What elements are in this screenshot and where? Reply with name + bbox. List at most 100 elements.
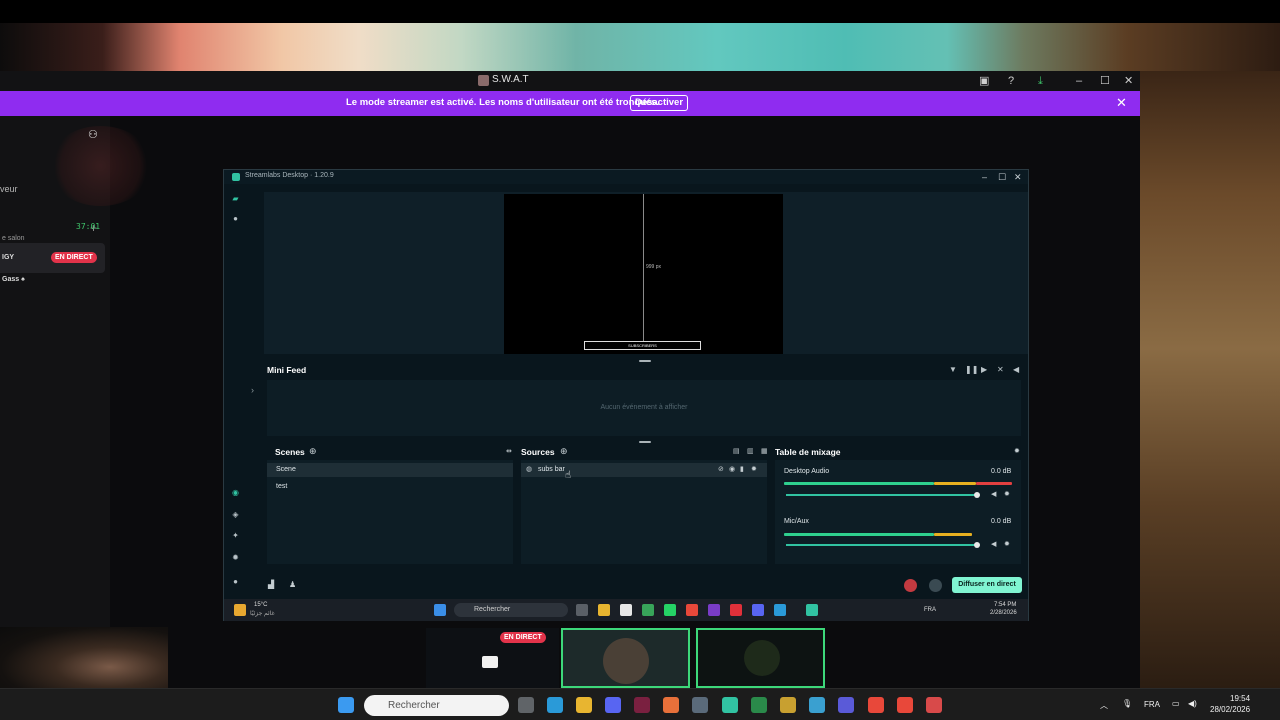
highlighter-icon[interactable]: ✦ <box>231 531 240 540</box>
language-indicator[interactable]: FRA <box>1144 700 1160 709</box>
weather-icon[interactable] <box>234 604 246 616</box>
add-scene-icon[interactable]: ⊕ <box>309 446 317 457</box>
whatsapp-icon[interactable] <box>664 604 676 616</box>
app-icon[interactable] <box>708 604 720 616</box>
start-icon[interactable] <box>434 604 446 616</box>
mixer-settings-icon[interactable]: ✹ <box>1014 447 1020 455</box>
notifications-icon[interactable]: ♟ <box>289 580 296 589</box>
help-icon[interactable]: ? <box>1008 73 1014 89</box>
profile-icon[interactable]: ● <box>231 577 240 586</box>
chrome-icon[interactable] <box>897 697 913 713</box>
minimize-icon[interactable]: – <box>982 170 987 184</box>
explorer-icon[interactable] <box>576 697 592 713</box>
app-icon[interactable] <box>780 697 796 713</box>
lock-icon[interactable]: ⊘ <box>718 465 724 473</box>
notepad-icon[interactable] <box>620 604 632 616</box>
chrome-icon[interactable] <box>926 697 942 713</box>
add-folder-icon[interactable]: ▦ <box>761 447 768 455</box>
clock-time[interactable]: 7:54 PM <box>994 602 1016 608</box>
source-settings-icon[interactable]: ✹ <box>751 465 757 473</box>
task-view-icon[interactable] <box>576 604 588 616</box>
close-icon[interactable]: ✕ <box>1124 73 1133 89</box>
subs-bar-source[interactable]: SUBSCRIBERS <box>584 341 701 350</box>
taskbar-search[interactable]: Rechercher <box>454 603 568 617</box>
participant-tile[interactable] <box>696 628 825 688</box>
mute-alerts-icon[interactable]: ✕ <box>997 365 1004 374</box>
go-live-button[interactable]: Diffuser en direct <box>952 577 1022 593</box>
start-icon[interactable] <box>338 697 354 713</box>
voice-user[interactable]: Gass ♠ <box>2 276 25 283</box>
streamlabs-taskbar-icon[interactable] <box>722 697 738 713</box>
visibility-icon[interactable]: ◉ <box>729 465 735 473</box>
app-store-icon[interactable]: ◉ <box>231 488 240 497</box>
chrome-icon[interactable] <box>868 697 884 713</box>
volume-slider[interactable] <box>786 494 976 496</box>
banner-close-icon[interactable]: ✕ <box>1116 95 1127 111</box>
calculator-icon[interactable] <box>692 697 708 713</box>
volume-slider-knob[interactable] <box>974 542 980 548</box>
volume-icon[interactable]: ◀ <box>1013 365 1019 374</box>
themes-icon[interactable]: ◈ <box>231 510 240 519</box>
tray-chevron-icon[interactable]: ︿ <box>1100 700 1108 711</box>
clock-date[interactable]: 28/02/2026 <box>1210 705 1250 714</box>
app-icon[interactable] <box>809 697 825 713</box>
opera-icon[interactable] <box>730 604 742 616</box>
taskbar-search[interactable]: Rechercher <box>364 695 509 716</box>
network-icon[interactable]: ▭ <box>1172 699 1180 708</box>
add-source-icon[interactable]: ⊕ <box>560 446 568 457</box>
volume-slider[interactable] <box>786 544 976 546</box>
edge-icon[interactable] <box>774 604 786 616</box>
add-member-icon[interactable]: ⚇ <box>88 128 98 141</box>
record-button[interactable] <box>904 579 917 592</box>
source-item[interactable]: subs bar <box>538 466 565 473</box>
stream-preview[interactable]: 999 px SUBSCRIBERS <box>504 194 783 354</box>
chrome-icon[interactable] <box>686 604 698 616</box>
stream-thumbnail[interactable]: EN DIRECT <box>426 628 559 688</box>
source-folder-icon[interactable]: ▥ <box>747 447 754 455</box>
mic-icon[interactable]: 🎙 <box>1122 699 1132 708</box>
performance-icon[interactable]: ▟ <box>268 580 274 589</box>
expand-chevron-icon[interactable]: › <box>251 385 254 395</box>
resize-handle[interactable] <box>639 441 651 443</box>
clock-date[interactable]: 2/28/2026 <box>990 610 1017 616</box>
skip-icon[interactable]: ▶ <box>981 365 987 374</box>
edge-icon[interactable] <box>547 697 563 713</box>
resize-handle[interactable] <box>639 360 651 362</box>
channel-settings-icon[interactable]: ✹ <box>1004 540 1010 548</box>
maximize-icon[interactable]: ☐ <box>1100 73 1110 89</box>
discord-icon[interactable] <box>752 604 764 616</box>
source-group-icon[interactable]: ▤ <box>733 447 740 455</box>
clock-time[interactable]: 19:54 <box>1230 694 1250 703</box>
dashboard-icon[interactable]: ● <box>231 214 240 223</box>
pause-icon[interactable]: ❚❚ <box>965 365 978 374</box>
app-icon[interactable] <box>634 697 650 713</box>
volume-slider-knob[interactable] <box>974 492 980 498</box>
participant-tile[interactable] <box>561 628 690 688</box>
language-indicator[interactable]: FRA <box>924 607 936 613</box>
editor-icon[interactable]: ▰ <box>231 194 240 203</box>
minimize-icon[interactable]: – <box>1076 73 1082 89</box>
app-icon[interactable] <box>663 697 679 713</box>
scene-transitions-icon[interactable]: ⇹ <box>506 447 512 455</box>
app-icon[interactable] <box>642 604 654 616</box>
disable-streamer-mode-button[interactable]: Désactiver <box>630 95 688 111</box>
mute-icon[interactable]: ◀ <box>991 540 996 548</box>
scene-item[interactable]: test <box>276 483 287 490</box>
mute-icon[interactable]: ◀ <box>991 490 996 498</box>
screen-share-icon[interactable]: ▣ <box>979 73 989 89</box>
excel-icon[interactable] <box>751 697 767 713</box>
explorer-icon[interactable] <box>598 604 610 616</box>
scene-row[interactable] <box>267 463 513 477</box>
discord-icon[interactable] <box>605 697 621 713</box>
filter-icon[interactable]: ▼ <box>949 365 957 374</box>
voice-user[interactable]: IGY <box>2 254 14 261</box>
maximize-icon[interactable]: ☐ <box>998 170 1006 184</box>
scene-item[interactable]: Scene <box>276 466 296 473</box>
channel-settings-icon[interactable]: ✹ <box>1004 490 1010 498</box>
settings-icon[interactable]: ✹ <box>231 553 240 562</box>
teams-icon[interactable] <box>838 697 854 713</box>
task-view-icon[interactable] <box>518 697 534 713</box>
streamlabs-taskbar-icon[interactable] <box>806 604 818 616</box>
close-icon[interactable]: ✕ <box>1014 170 1022 184</box>
replay-buffer-button[interactable] <box>929 579 942 592</box>
